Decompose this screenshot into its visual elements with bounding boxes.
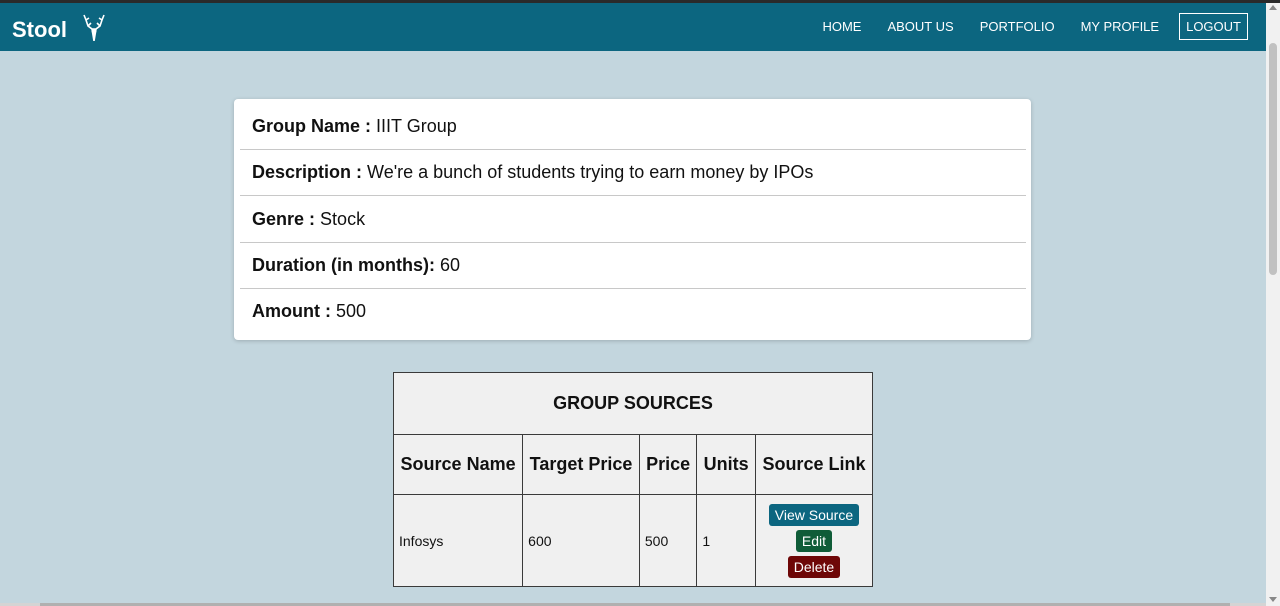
group-info-card: Group Name : IIIT Group Description : We… bbox=[234, 99, 1031, 340]
col-target-price: Target Price bbox=[522, 434, 640, 495]
view-source-button[interactable]: View Source bbox=[768, 503, 860, 526]
nav-home[interactable]: HOME bbox=[822, 19, 861, 34]
logout-button[interactable]: LOGOUT bbox=[1179, 13, 1248, 40]
table-row: Infosys 600 500 1 View Source Edit Delet… bbox=[392, 494, 874, 587]
amount-value: 500 bbox=[336, 301, 367, 321]
duration-value: 60 bbox=[440, 255, 461, 275]
genre-row: Genre : Stock bbox=[240, 196, 1026, 243]
description-label: Description : bbox=[252, 162, 363, 182]
deer-antler-logo-icon bbox=[83, 14, 105, 41]
units-cell: 1 bbox=[696, 494, 756, 587]
nav-my-profile[interactable]: MY PROFILE bbox=[1081, 19, 1160, 34]
amount-label: Amount : bbox=[252, 301, 331, 321]
delete-button[interactable]: Delete bbox=[787, 555, 841, 578]
col-price: Price bbox=[638, 434, 698, 495]
vertical-scrollbar[interactable] bbox=[1266, 3, 1280, 606]
col-source-name: Source Name bbox=[392, 434, 524, 495]
table-header-row: Source Name Target Price Price Units Sou… bbox=[392, 434, 874, 495]
scroll-down-arrow-icon[interactable] bbox=[1269, 597, 1277, 602]
nav-portfolio[interactable]: PORTFOLIO bbox=[980, 19, 1055, 34]
source-name-cell: Infosys bbox=[392, 494, 524, 587]
duration-row: Duration (in months): 60 bbox=[240, 242, 1026, 289]
col-source-link: Source Link bbox=[754, 434, 874, 495]
duration-label: Duration (in months): bbox=[252, 255, 435, 275]
genre-label: Genre : bbox=[252, 209, 316, 229]
source-link-cell: View Source Edit Delete bbox=[754, 494, 874, 587]
target-price-cell: 600 bbox=[522, 494, 640, 587]
navbar: Stool HOME ABOUT US PORTFOLIO MY PROFILE… bbox=[0, 3, 1266, 51]
nav-links: HOME ABOUT US PORTFOLIO MY PROFILE LOGOU… bbox=[796, 13, 1248, 40]
group-name-row: Group Name : IIIT Group bbox=[240, 103, 1026, 150]
col-units: Units bbox=[696, 434, 756, 495]
scroll-up-arrow-icon[interactable] bbox=[1269, 5, 1277, 10]
price-cell: 500 bbox=[638, 494, 698, 587]
brand-name[interactable]: Stool bbox=[12, 17, 67, 43]
description-value: We're a bunch of students trying to earn… bbox=[367, 162, 814, 182]
group-sources-table: GROUP SOURCES Source Name Target Price P… bbox=[392, 372, 874, 587]
amount-row: Amount : 500 bbox=[240, 288, 1026, 334]
group-name-value: IIIT Group bbox=[376, 116, 457, 136]
description-row: Description : We're a bunch of students … bbox=[240, 149, 1026, 196]
scrollbar-thumb[interactable] bbox=[1269, 43, 1277, 275]
table-title: GROUP SOURCES bbox=[393, 372, 873, 435]
group-name-label: Group Name : bbox=[252, 116, 372, 136]
genre-value: Stock bbox=[320, 209, 366, 229]
nav-about-us[interactable]: ABOUT US bbox=[887, 19, 953, 34]
edit-button[interactable]: Edit bbox=[795, 529, 833, 552]
